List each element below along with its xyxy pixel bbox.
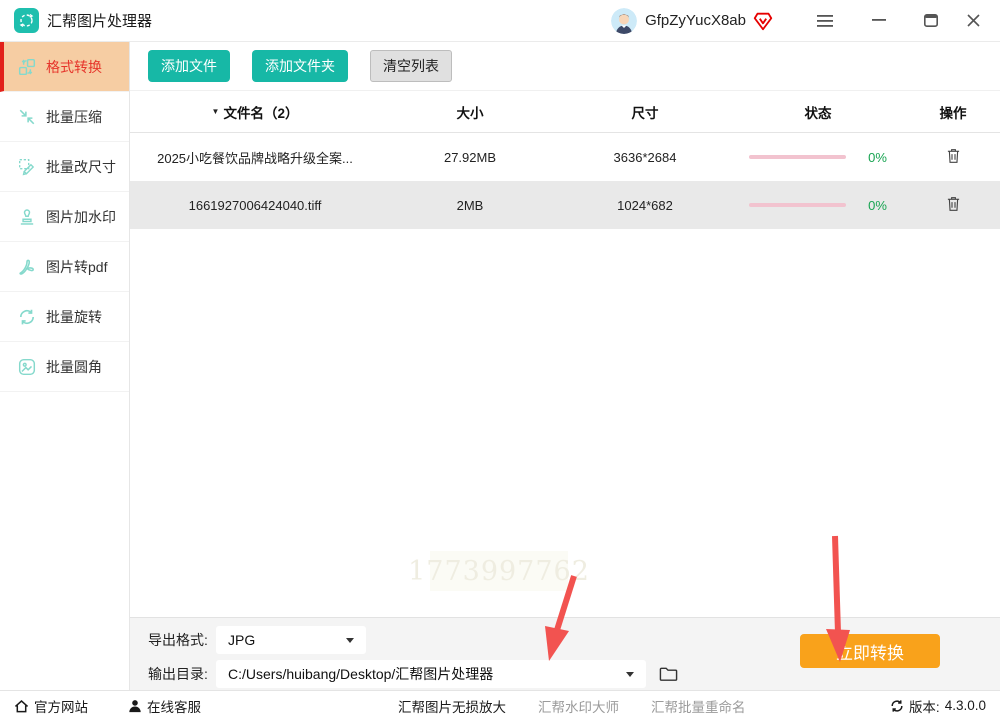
file-actions [906,195,1000,215]
app-logo-icon [14,8,39,33]
column-header-size: 大小 [456,105,484,121]
file-status: 0% [730,150,906,165]
output-dir-select[interactable]: C:/Users/huibang/Desktop/汇帮图片处理器 [216,660,646,688]
sidebar-item-image-watermark[interactable]: 图片加水印 [0,192,129,242]
maximize-icon [924,14,938,27]
chevron-down-icon [626,671,634,677]
sidebar-item-format-convert[interactable]: 格式转换 [0,42,129,92]
trash-icon [947,149,959,163]
sidebar-item-batch-resize[interactable]: 批量改尺寸 [0,142,129,192]
close-icon [966,14,980,27]
browse-folder-button[interactable] [659,666,678,682]
progress-percent: 0% [868,149,887,165]
table-row[interactable]: 1661927006424040.tiff 2MB 1024*682 0% [130,181,1000,229]
toolbar: 添加文件 添加文件夹 清空列表 [130,42,1000,90]
minimize-button[interactable] [866,8,892,34]
delete-file-button[interactable] [946,195,961,212]
close-button[interactable] [960,8,986,34]
online-support-link[interactable]: 在线客服 [128,696,201,716]
output-dir-label: 输出目录: [148,666,208,682]
table-header: ▼ 文件名（2） 大小 尺寸 状态 操作 [130,90,1000,133]
batch-resize-icon [18,158,36,176]
export-format-select[interactable]: JPG [216,626,366,654]
convert-now-button[interactable]: 立即转换 [800,634,940,668]
product-link-watermark-master[interactable]: 汇帮水印大师 [538,696,619,716]
file-list-empty-area: 1773997762 [130,229,1000,617]
batch-compress-icon [18,108,36,126]
username[interactable]: GfpZyYucX8ab [645,12,746,29]
product-links: 汇帮图片无损放大 汇帮水印大师 汇帮批量重命名 [398,696,746,716]
sort-icon[interactable]: ▼ [212,107,220,116]
sidebar-item-batch-round-corner[interactable]: 批量圆角 [0,342,129,392]
sidebar-item-label: 图片转pdf [46,258,108,275]
clear-list-button[interactable]: 清空列表 [370,50,452,82]
file-name: 1661927006424040.tiff [188,197,322,213]
export-panel: 导出格式: JPG 输出目录: C:/Users/huibang/Desktop… [130,617,1000,690]
statusbar: 官方网站 在线客服 汇帮图片无损放大 汇帮水印大师 汇帮批量重命名 版本: 4.… [0,690,1000,720]
sidebar-item-label: 批量改尺寸 [46,158,116,175]
column-header-status: 状态 [804,105,832,121]
menu-button[interactable] [812,8,838,34]
file-size: 2MB [456,197,484,213]
app-title: 汇帮图片处理器 [47,13,153,30]
home-icon [14,699,29,712]
column-header-actions: 操作 [939,105,967,121]
column-header-label: 文件名（2） [223,105,299,121]
sidebar-item-batch-compress[interactable]: 批量压缩 [0,92,129,142]
export-format-value: JPG [228,632,256,648]
file-status: 0% [730,198,906,213]
delete-file-button[interactable] [946,147,961,164]
person-icon [129,699,141,712]
product-link-lossless-enlarge[interactable]: 汇帮图片无损放大 [398,696,506,716]
sidebar-item-label: 图片加水印 [46,208,116,225]
format-convert-icon [18,58,36,76]
trash-icon [947,197,959,211]
file-dimensions: 3636*2684 [613,149,677,165]
titlebar: 汇帮图片处理器 GfpZyYucX8ab [0,0,1000,42]
progress-bar [749,203,847,207]
version-info: 版本: 4.3.0.0 [890,696,986,716]
batch-round-corner-icon [18,358,36,376]
sidebar-item-image-to-pdf[interactable]: 图片转pdf [0,242,129,292]
table-row[interactable]: 2025小吃餐饮品牌战略升级全案... 27.92MB 3636*2684 0% [130,133,1000,181]
image-to-pdf-icon [18,258,36,276]
file-size: 27.92MB [443,149,497,165]
sidebar-item-batch-rotate[interactable]: 批量旋转 [0,292,129,342]
file-dimensions: 1024*682 [617,197,673,213]
sidebar-item-label: 批量压缩 [46,108,102,125]
chevron-down-icon [346,637,354,643]
progress-percent: 0% [868,197,887,213]
output-dir-value: C:/Users/huibang/Desktop/汇帮图片处理器 [228,666,494,682]
sidebar-item-label: 批量圆角 [46,358,102,375]
folder-icon [659,667,678,681]
file-actions [906,147,1000,167]
app-window: 汇帮图片处理器 GfpZyYucX8ab 格式转换 批量压缩 批量改尺寸 图片加… [0,0,1000,720]
version-label: 版本: [908,699,940,715]
add-folder-button[interactable]: 添加文件夹 [252,50,348,82]
user-avatar[interactable] [611,7,638,34]
official-site-link[interactable]: 官方网站 [14,696,88,716]
maximize-button[interactable] [918,8,944,34]
column-header-dimensions: 尺寸 [631,105,659,121]
add-file-button[interactable]: 添加文件 [148,50,230,82]
product-link-batch-rename[interactable]: 汇帮批量重命名 [651,696,746,716]
vip-badge-icon[interactable] [752,10,774,32]
main-content: 添加文件 添加文件夹 清空列表 ▼ 文件名（2） 大小 尺寸 状态 操作 202… [130,42,1000,690]
batch-rotate-icon [18,308,36,326]
column-header-filename[interactable]: ▼ 文件名（2） [130,102,380,122]
minimize-icon [872,19,886,21]
image-watermark-icon [18,208,36,226]
refresh-icon [891,699,903,712]
hamburger-icon [817,14,833,27]
export-format-label: 导出格式: [148,632,208,648]
file-name: 2025小吃餐饮品牌战略升级全案... [157,150,353,166]
sidebar: 格式转换 批量压缩 批量改尺寸 图片加水印 图片转pdf 批量旋转 批量圆角 [0,42,130,690]
sidebar-item-label: 批量旋转 [46,308,102,325]
sidebar-item-label: 格式转换 [46,58,102,75]
version-value: 4.3.0.0 [944,698,986,713]
watermark-text: 1773997762 [408,551,589,591]
progress-bar [749,155,847,159]
